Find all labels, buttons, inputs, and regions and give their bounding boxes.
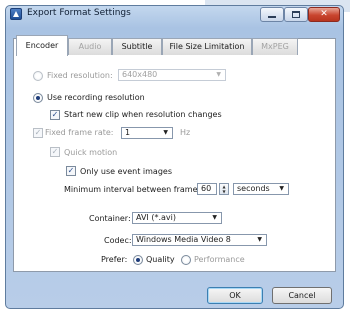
codec-select[interactable]: Windows Media Video 8 ▼ bbox=[132, 234, 267, 246]
container-select[interactable]: AVI (*.avi) ▼ bbox=[132, 212, 222, 224]
ok-button[interactable]: OK bbox=[207, 287, 263, 304]
minimize-icon bbox=[268, 16, 276, 18]
interval-unit-select[interactable]: seconds ▼ bbox=[233, 183, 289, 195]
spin-down-icon: ▼ bbox=[222, 189, 226, 194]
maximize-icon bbox=[292, 11, 300, 18]
prefer-performance-radio[interactable] bbox=[181, 255, 191, 265]
fixed-resolution-radio[interactable] bbox=[33, 71, 43, 81]
section-divider bbox=[24, 204, 326, 205]
fixed-frame-rate-checkbox[interactable]: ✓ bbox=[33, 128, 43, 138]
use-recording-resolution-radio[interactable] bbox=[33, 93, 43, 103]
checkmark-icon: ✓ bbox=[51, 110, 59, 119]
tab-subtitle[interactable]: Subtitle bbox=[112, 38, 162, 55]
frame-rate-value: 1 bbox=[125, 128, 131, 137]
container-label: Container: bbox=[89, 214, 131, 223]
prefer-performance-label: Performance bbox=[194, 255, 245, 264]
checkmark-icon: ✓ bbox=[51, 147, 59, 156]
fixed-resolution-value: 640x480 bbox=[122, 70, 158, 79]
close-button[interactable]: ✕ bbox=[308, 7, 340, 22]
quick-motion-checkbox[interactable]: ✓ bbox=[50, 147, 60, 157]
min-interval-label: Minimum interval between frames: bbox=[64, 185, 205, 194]
minimize-button[interactable] bbox=[260, 7, 284, 22]
interval-unit-value: seconds bbox=[237, 184, 270, 193]
prefer-quality-radio[interactable] bbox=[133, 255, 143, 265]
checkmark-icon: ✓ bbox=[34, 128, 42, 137]
prefer-quality-label: Quality bbox=[146, 255, 175, 264]
checkmark-icon: ✓ bbox=[67, 166, 75, 175]
fixed-resolution-label: Fixed resolution: bbox=[47, 71, 113, 80]
interval-input[interactable]: 60 bbox=[197, 183, 217, 195]
container-value: AVI (*.avi) bbox=[136, 213, 176, 222]
start-new-clip-label: Start new clip when resolution changes bbox=[64, 110, 222, 119]
fixed-frame-rate-label: Fixed frame rate: bbox=[45, 128, 114, 137]
chevron-down-icon: ▼ bbox=[216, 71, 221, 78]
chevron-down-icon: ▼ bbox=[279, 185, 284, 192]
close-icon: ✕ bbox=[320, 9, 328, 19]
frame-rate-select[interactable]: 1 ▼ bbox=[121, 127, 173, 139]
app-icon bbox=[10, 8, 22, 20]
maximize-button[interactable] bbox=[284, 7, 308, 22]
tab-encoder[interactable]: Encoder bbox=[16, 35, 68, 56]
only-event-images-checkbox[interactable]: ✓ bbox=[66, 166, 76, 176]
chevron-down-icon: ▼ bbox=[257, 236, 262, 243]
tab-file-size-limitation[interactable]: File Size Limitation bbox=[162, 38, 252, 55]
chevron-down-icon: ▼ bbox=[212, 214, 217, 221]
use-recording-resolution-label: Use recording resolution bbox=[47, 93, 145, 102]
prefer-label: Prefer: bbox=[101, 255, 128, 264]
frame-rate-unit: Hz bbox=[180, 128, 191, 137]
tab-mxpeg[interactable]: MxPEG bbox=[252, 38, 298, 55]
codec-value: Windows Media Video 8 bbox=[136, 235, 231, 244]
fixed-resolution-select[interactable]: 640x480 ▼ bbox=[118, 69, 226, 81]
cancel-button[interactable]: Cancel bbox=[272, 287, 332, 304]
codec-label: Codec: bbox=[104, 236, 132, 245]
only-event-images-label: Only use event images bbox=[80, 167, 172, 176]
quick-motion-label: Quick motion bbox=[64, 148, 118, 157]
interval-spinner[interactable]: ▲ ▼ bbox=[219, 183, 229, 195]
start-new-clip-checkbox[interactable]: ✓ bbox=[50, 110, 60, 120]
tab-audio[interactable]: Audio bbox=[68, 38, 112, 55]
chevron-down-icon: ▼ bbox=[163, 129, 168, 136]
window-title: Export Format Settings bbox=[27, 8, 131, 18]
